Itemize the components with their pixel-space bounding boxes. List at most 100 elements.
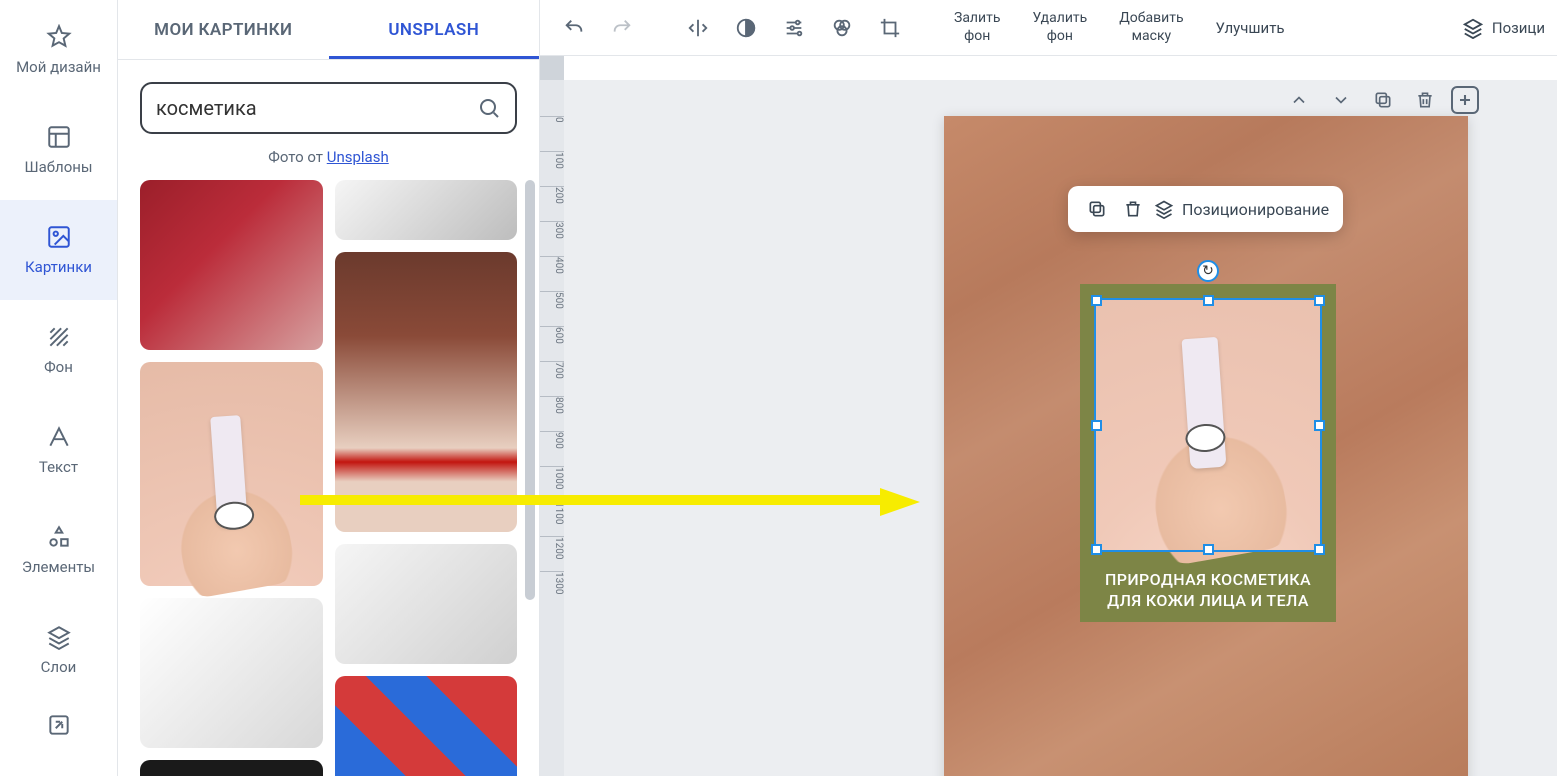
gallery-thumb[interactable] xyxy=(335,180,518,240)
resize-handle-t[interactable] xyxy=(1203,295,1214,306)
resize-handle-bl[interactable] xyxy=(1091,544,1102,555)
sliders-icon xyxy=(783,17,805,39)
rotate-handle[interactable]: ↻ xyxy=(1197,260,1219,282)
search-icon xyxy=(477,96,501,120)
layers-icon xyxy=(46,624,72,650)
delete-page-button[interactable] xyxy=(1409,84,1441,116)
ruler-corner xyxy=(540,56,564,80)
nav-label: Шаблоны xyxy=(24,158,92,176)
panel-tabs: МОИ КАРТИНКИ UNSPLASH xyxy=(118,0,539,60)
context-menu: Позиционирование xyxy=(1068,186,1343,232)
left-nav: Мой дизайн Шаблоны Картинки Фон Текст Эл… xyxy=(0,0,118,776)
layers-icon xyxy=(1462,17,1484,39)
flip-button[interactable] xyxy=(676,6,720,50)
texture-icon xyxy=(46,324,72,350)
undo-button[interactable] xyxy=(552,6,596,50)
page-up-button[interactable] xyxy=(1283,84,1315,116)
tab-my-images[interactable]: МОИ КАРТИНКИ xyxy=(118,0,329,59)
resize-handle-br[interactable] xyxy=(1314,544,1325,555)
elements-icon xyxy=(46,524,72,550)
nav-text[interactable]: Текст xyxy=(0,400,117,500)
colors-icon xyxy=(831,17,853,39)
opacity-button[interactable] xyxy=(724,6,768,50)
nav-my-design[interactable]: Мой дизайн xyxy=(0,0,117,100)
resize-handle-tl[interactable] xyxy=(1091,295,1102,306)
trash-icon xyxy=(1415,90,1435,110)
copy-icon xyxy=(1373,90,1393,110)
position-button[interactable]: Позици xyxy=(1462,17,1545,39)
stage[interactable]: Позиционирование ПРИРОДНАЯ КОСМЕТИКА ДЛЯ… xyxy=(564,80,1557,776)
top-toolbar: Залитьфон Удалитьфон Добавитьмаску Улучш… xyxy=(540,0,1557,56)
nav-label: Слои xyxy=(41,658,77,676)
layers-icon xyxy=(1154,199,1174,219)
chevron-up-icon xyxy=(1289,90,1309,110)
add-mask-button[interactable]: Добавитьмаску xyxy=(1105,10,1197,45)
nav-label: Мой дизайн xyxy=(16,58,101,76)
adjust-button[interactable] xyxy=(772,6,816,50)
unsplash-link[interactable]: Unsplash xyxy=(327,148,389,166)
crop-icon xyxy=(879,17,901,39)
opacity-icon xyxy=(735,17,757,39)
nav-images[interactable]: Картинки xyxy=(0,200,117,300)
ruler-vertical: 0100200300400500600700800900100011001200… xyxy=(540,80,564,776)
page-toolbar xyxy=(1283,84,1479,116)
chevron-down-icon xyxy=(1331,90,1351,110)
redo-button[interactable] xyxy=(600,6,644,50)
scrollbar-thumb[interactable] xyxy=(525,180,535,600)
star-icon xyxy=(46,24,72,50)
redo-icon xyxy=(611,17,633,39)
nav-label: Текст xyxy=(39,458,78,476)
remove-bg-button[interactable]: Удалитьфон xyxy=(1018,10,1101,45)
gallery-thumb[interactable] xyxy=(140,760,323,776)
nav-label: Элементы xyxy=(22,558,95,576)
add-page-button[interactable] xyxy=(1451,86,1479,114)
search-box[interactable] xyxy=(140,82,517,134)
gallery-thumb[interactable] xyxy=(140,180,323,350)
page-down-button[interactable] xyxy=(1325,84,1357,116)
nav-layers[interactable]: Слои xyxy=(0,600,117,700)
resize-icon xyxy=(46,712,72,738)
duplicate-page-button[interactable] xyxy=(1367,84,1399,116)
gallery-scroll[interactable] xyxy=(118,180,539,776)
ctx-delete-button[interactable] xyxy=(1118,194,1148,224)
plus-icon xyxy=(1455,90,1475,110)
selected-element[interactable]: ПРИРОДНАЯ КОСМЕТИКА ДЛЯ КОЖИ ЛИЦА И ТЕЛА xyxy=(1080,284,1336,622)
template-icon xyxy=(46,124,72,150)
copy-icon xyxy=(1087,199,1107,219)
undo-icon xyxy=(563,17,585,39)
image-icon xyxy=(46,224,72,250)
colors-button[interactable] xyxy=(820,6,864,50)
gallery-thumb[interactable] xyxy=(335,544,518,664)
gallery-thumb[interactable] xyxy=(335,252,518,532)
artboard[interactable]: Позиционирование ПРИРОДНАЯ КОСМЕТИКА ДЛЯ… xyxy=(944,116,1468,776)
nav-elements[interactable]: Элементы xyxy=(0,500,117,600)
fill-bg-button[interactable]: Залитьфон xyxy=(940,10,1014,45)
nav-templates[interactable]: Шаблоны xyxy=(0,100,117,200)
side-panel: МОИ КАРТИНКИ UNSPLASH Фото от Unsplash xyxy=(118,0,540,776)
resize-handle-tr[interactable] xyxy=(1314,295,1325,306)
attribution: Фото от Unsplash xyxy=(118,140,539,180)
image-gallery xyxy=(118,180,539,776)
crop-button[interactable] xyxy=(868,6,912,50)
resize-handle-r[interactable] xyxy=(1314,420,1325,431)
ctx-positioning-button[interactable]: Позиционирование xyxy=(1154,199,1329,219)
trash-icon xyxy=(1123,199,1143,219)
resize-handle-b[interactable] xyxy=(1203,544,1214,555)
resize-handle-l[interactable] xyxy=(1091,420,1102,431)
search-wrap xyxy=(118,60,539,140)
gallery-thumb[interactable] xyxy=(140,598,323,748)
nav-label: Фон xyxy=(44,358,73,376)
caption-text: ПРИРОДНАЯ КОСМЕТИКА ДЛЯ КОЖИ ЛИЦА И ТЕЛА xyxy=(1080,570,1336,612)
nav-label: Картинки xyxy=(25,258,92,276)
nav-background[interactable]: Фон xyxy=(0,300,117,400)
nav-more[interactable] xyxy=(0,700,117,750)
text-icon xyxy=(46,424,72,450)
tab-unsplash[interactable]: UNSPLASH xyxy=(329,0,540,59)
enhance-button[interactable]: Улучшить xyxy=(1202,19,1299,37)
canvas-area: Залитьфон Удалитьфон Добавитьмаску Улучш… xyxy=(540,0,1557,776)
search-input[interactable] xyxy=(156,96,467,120)
ctx-duplicate-button[interactable] xyxy=(1082,194,1112,224)
selection-outline: ↻ xyxy=(1094,298,1322,552)
gallery-thumb[interactable] xyxy=(335,676,518,776)
gallery-thumb[interactable] xyxy=(140,362,323,586)
